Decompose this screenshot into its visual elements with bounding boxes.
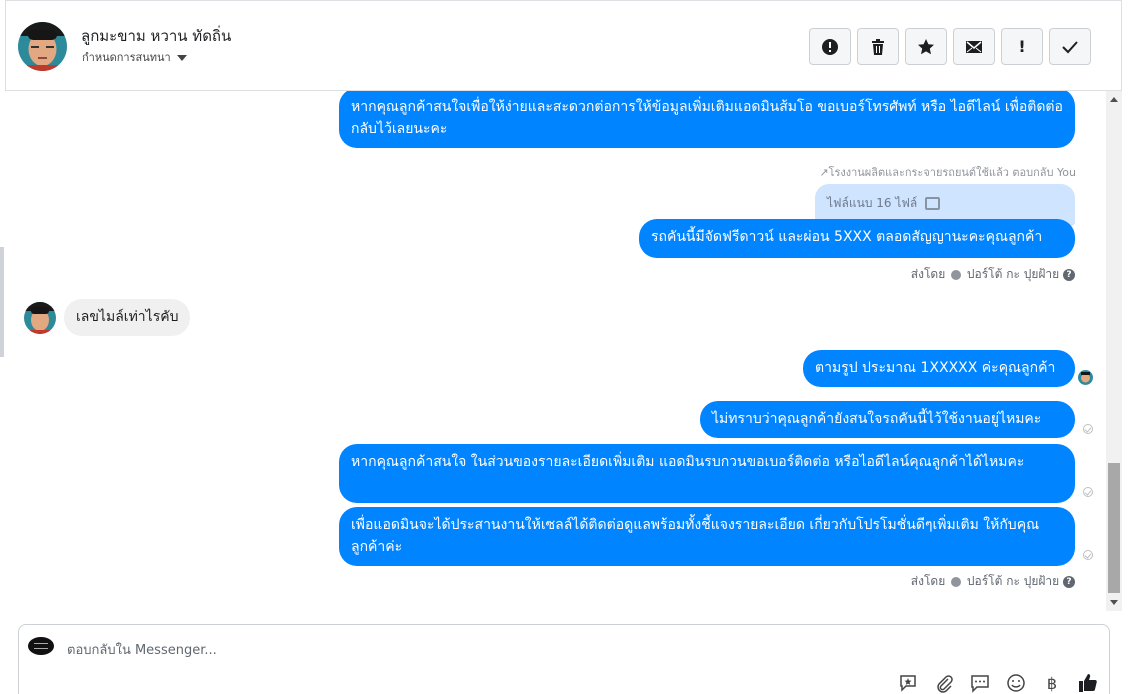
seen-avatar: [1078, 370, 1093, 385]
caret-down-icon: [176, 55, 187, 61]
star-button[interactable]: [905, 28, 947, 65]
sent-by-line: ส่งโดย ปอร์โต้ กะ ปุยฝ้าย ?: [911, 572, 1075, 591]
reply-composer[interactable]: ตอบกลับใน Messenger... ฿: [18, 624, 1110, 694]
emoji-button[interactable]: [1005, 672, 1027, 694]
contact-name[interactable]: ลูกมะขาม หวาน ทัดถิ่น: [81, 24, 231, 48]
scroll-up-arrow-icon[interactable]: [1110, 97, 1118, 102]
emoji-icon: [1007, 674, 1025, 692]
saved-reply-button[interactable]: [897, 672, 919, 694]
scroll-down-arrow-icon[interactable]: [1110, 600, 1118, 605]
reply-arrow-icon: ↗: [819, 166, 829, 179]
verified-icon: [951, 269, 962, 280]
spam-button[interactable]: [809, 28, 851, 65]
envelope-icon: [966, 40, 982, 53]
reply-note-text: โรงงานผลิตและกระจายรถยนต์ใช้แล้ว ตอบกลับ…: [828, 166, 1076, 179]
help-icon[interactable]: ?: [1063, 575, 1075, 588]
outgoing-message[interactable]: รถคันนี้มีจัดฟรีดาวน์ และผ่อน 5XXX ตลอดส…: [639, 219, 1075, 258]
alert-circle-icon: [822, 38, 838, 55]
checkmark-icon: [1062, 40, 1078, 53]
messenger-conversation: ลูกมะขาม หวาน ทัดถิ่น กำหนดการสนทนา ! หา…: [0, 0, 1136, 694]
sent-by-line: ส่งโดย ปอร์โต้ กะ ปุยฝ้าย ?: [911, 265, 1075, 284]
delivered-check-icon: [1083, 424, 1093, 434]
outgoing-message[interactable]: เพื่อแอดมินจะได้ประสานงานให้เซลล์ได้ติดต…: [339, 507, 1075, 566]
sender-name[interactable]: ปอร์โต้ กะ ปุยฝ้าย: [967, 267, 1059, 281]
conversation-toolbar: !: [809, 28, 1091, 65]
sent-by-label: ส่งโดย: [910, 267, 946, 281]
delete-button[interactable]: [857, 28, 899, 65]
conversation-settings-dropdown[interactable]: กำหนดการสนทนา: [82, 48, 187, 66]
verified-icon: [951, 576, 962, 587]
message-thread[interactable]: หากคุณลูกค้าสนใจเพื่อให้ง่ายและสะดวกต่อก…: [0, 91, 1106, 611]
trash-icon: [872, 38, 884, 55]
thread-scrollbar[interactable]: [1106, 91, 1122, 611]
outgoing-message[interactable]: หากคุณลูกค้าสนใจ ในส่วนของรายละเอียดเพิ่…: [339, 444, 1075, 503]
outgoing-message[interactable]: ไม่ทราบว่าคุณลูกค้ายังสนใจรถคันนี้ไว้ใช้…: [700, 401, 1075, 438]
composer-toolbar: ฿: [897, 672, 1099, 694]
important-button[interactable]: !: [1001, 28, 1043, 65]
delivered-check-icon: [1083, 550, 1093, 560]
chat-bubble-icon: [971, 675, 989, 693]
payment-button[interactable]: ฿: [1041, 672, 1063, 694]
attachment-label: ไฟล์แนบ 16 ไฟล์: [827, 196, 918, 210]
sent-by-label: ส่งโดย: [910, 574, 946, 588]
mark-unread-button[interactable]: [953, 28, 995, 65]
reply-input[interactable]: ตอบกลับใน Messenger...: [67, 639, 217, 660]
outgoing-message[interactable]: ตามรูป ประมาณ 1XXXXX ค่ะคุณลูกค้า: [803, 350, 1075, 387]
contact-avatar[interactable]: [18, 22, 67, 71]
image-icon: [925, 197, 941, 210]
page-logo-icon: [28, 637, 54, 655]
scrollbar-thumb[interactable]: [1108, 463, 1120, 593]
delivered-check-icon: [1083, 487, 1093, 497]
attach-file-button[interactable]: [933, 672, 955, 694]
help-icon[interactable]: ?: [1063, 268, 1075, 281]
conversation-settings-label: กำหนดการสนทนา: [82, 51, 171, 64]
exclamation-icon: !: [1018, 37, 1026, 56]
chat-button[interactable]: [969, 672, 991, 694]
star-icon: [918, 38, 934, 54]
saved-reply-icon: [900, 675, 916, 692]
contact-avatar-small[interactable]: [24, 302, 56, 334]
like-button[interactable]: [1077, 672, 1099, 694]
outgoing-message[interactable]: หากคุณลูกค้าสนใจเพื่อให้ง่ายและสะดวกต่อก…: [339, 91, 1075, 148]
incoming-message[interactable]: เลขไมล์เท่าไรคับ: [64, 299, 191, 336]
attachment-icon: [937, 675, 953, 693]
done-button[interactable]: [1049, 28, 1091, 65]
conversation-header: ลูกมะขาม หวาน ทัดถิ่น กำหนดการสนทนา !: [5, 0, 1122, 91]
thumbs-up-icon: [1079, 674, 1097, 692]
baht-icon: ฿: [1046, 673, 1058, 693]
sender-name[interactable]: ปอร์โต้ กะ ปุยฝ้าย: [967, 574, 1059, 588]
reply-note: ↗โรงงานผลิตและกระจายรถยนต์ใช้แล้ว ตอบกลั…: [819, 163, 1076, 181]
